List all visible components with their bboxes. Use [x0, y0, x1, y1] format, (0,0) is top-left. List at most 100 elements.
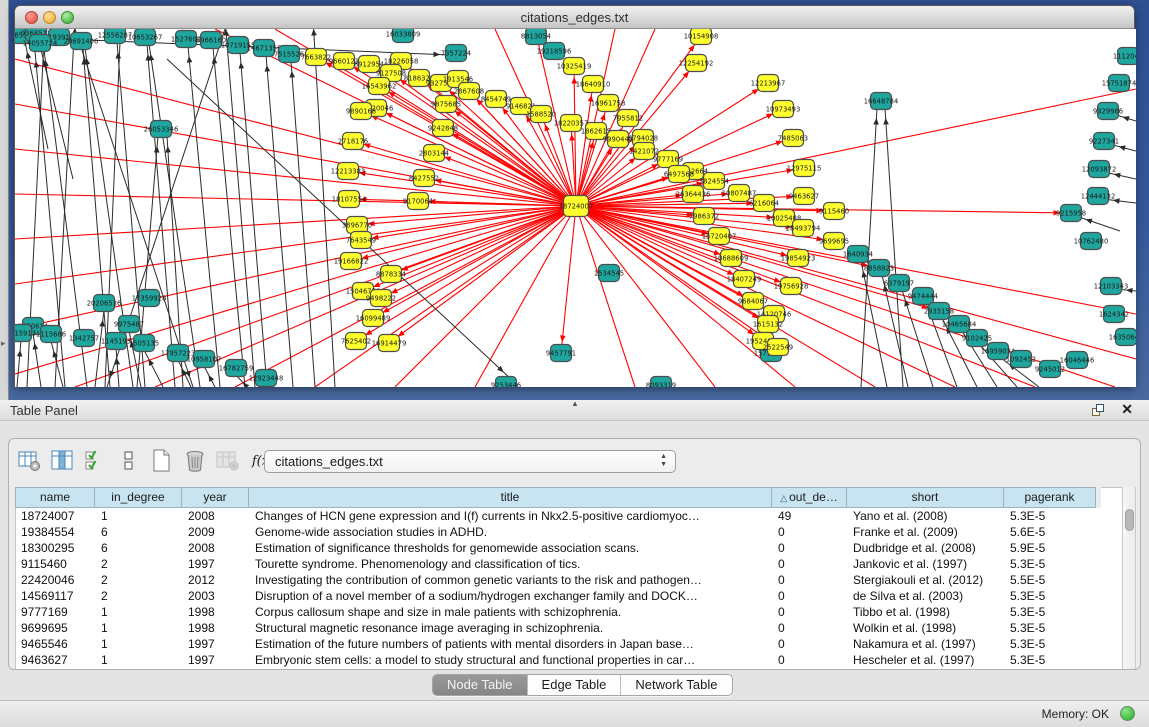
table-selector-dropdown[interactable]: citations_edges.txt ▲▼ [264, 450, 676, 473]
table-cell-pagerank[interactable]: 5.6E-5 [1005, 524, 1097, 540]
table-cell-short[interactable]: Franke et al. (2009) [848, 524, 1005, 540]
table-cell-short[interactable]: de Silva et al. (2003) [848, 588, 1005, 604]
close-panel-icon[interactable]: ✕ [1121, 401, 1133, 418]
table-row[interactable]: 2242004622012Investigating the contribut… [16, 572, 1122, 588]
table-cell-out_degree[interactable]: 0 [773, 540, 848, 556]
table-cell-short[interactable]: Jankovic et al. (1997) [848, 556, 1005, 572]
network-view[interactable]: 1872400718853164936852111939131405572420… [15, 29, 1136, 387]
table-row[interactable]: 1830029562008Estimation of significance … [16, 540, 1122, 556]
table-cell-in_degree[interactable]: 1 [96, 508, 183, 524]
table-cell-out_degree[interactable]: 0 [773, 572, 848, 588]
table-cell-out_degree[interactable]: 0 [773, 620, 848, 636]
table-cell-title[interactable]: Genome-wide association studies in ADHD. [250, 524, 773, 540]
left-splitter-strip[interactable]: ▸ [0, 0, 9, 400]
table-cell-year[interactable]: 2008 [183, 540, 250, 556]
table-cell-name[interactable]: 9465546 [16, 636, 96, 652]
table-row[interactable]: 1938455462009Genome-wide association stu… [16, 524, 1122, 540]
tab-node-table[interactable]: Node Table [433, 675, 528, 695]
table-cell-name[interactable]: 9115460 [16, 556, 96, 572]
table-cell-short[interactable]: Nakamura et al. (1997) [848, 636, 1005, 652]
column-header-year[interactable]: year [182, 487, 249, 508]
table-row[interactable]: 1456911722003Disruption of a novel membe… [16, 588, 1122, 604]
trash-icon[interactable] [182, 449, 208, 473]
float-panel-icon[interactable] [1092, 404, 1105, 417]
table-cell-in_degree[interactable]: 2 [96, 556, 183, 572]
network-window[interactable]: citations_edges.txt 18724007188531649368… [14, 5, 1135, 386]
table-row[interactable]: 1872400712008Changes of HCN gene express… [16, 508, 1122, 524]
table-options-icon[interactable] [17, 449, 43, 473]
network-window-titlebar[interactable]: citations_edges.txt [15, 6, 1134, 29]
table-cell-in_degree[interactable]: 1 [96, 636, 183, 652]
table-cell-year[interactable]: 1997 [183, 652, 250, 668]
tab-edge-table[interactable]: Edge Table [528, 675, 622, 695]
table-row[interactable]: 977716911998Corpus callosum shape and si… [16, 604, 1122, 620]
table-cell-title[interactable]: Disruption of a novel member of a sodium… [250, 588, 773, 604]
table-row[interactable]: 946554611997Estimation of the future num… [16, 636, 1122, 652]
table-cell-in_degree[interactable]: 1 [96, 652, 183, 668]
table-cell-name[interactable]: 14569117 [16, 588, 96, 604]
table-cell-year[interactable]: 2008 [183, 508, 250, 524]
table-cell-pagerank[interactable]: 5.3E-5 [1005, 508, 1097, 524]
table-cell-name[interactable]: 9777169 [16, 604, 96, 620]
table-cell-pagerank[interactable]: 5.3E-5 [1005, 620, 1097, 636]
table-cell-name[interactable]: 19384554 [16, 524, 96, 540]
column-header-pagerank[interactable]: pagerank [1004, 487, 1096, 508]
table-cell-in_degree[interactable]: 2 [96, 588, 183, 604]
table-cell-in_degree[interactable]: 1 [96, 620, 183, 636]
table-cell-name[interactable]: 9699695 [16, 620, 96, 636]
table-cell-short[interactable]: Yano et al. (2008) [848, 508, 1005, 524]
table-cell-pagerank[interactable]: 5.3E-5 [1005, 556, 1097, 572]
delete-table-icon[interactable] [215, 449, 241, 473]
table-cell-out_degree[interactable]: 0 [773, 604, 848, 620]
new-file-icon[interactable] [149, 449, 175, 473]
table-cell-short[interactable]: Tibbo et al. (1998) [848, 604, 1005, 620]
scrollbar-thumb[interactable] [1125, 509, 1134, 531]
table-cell-title[interactable]: Embryonic stem cells: a model to study s… [250, 652, 773, 668]
table-cell-out_degree[interactable]: 0 [773, 524, 848, 540]
column-header-short[interactable]: short [847, 487, 1004, 508]
table-cell-year[interactable]: 1998 [183, 604, 250, 620]
table-cell-title[interactable]: Estimation of significance thresholds fo… [250, 540, 773, 556]
table-cell-in_degree[interactable]: 1 [96, 604, 183, 620]
splitter-handle-icon[interactable]: ▸ [1, 338, 6, 349]
column-header-out-degree[interactable]: △out_de… [772, 487, 847, 508]
column-header-in-degree[interactable]: in_degree [95, 487, 182, 508]
panel-resize-icon[interactable]: ▲ [571, 399, 579, 408]
table-cell-pagerank[interactable]: 5.3E-5 [1005, 636, 1097, 652]
table-cell-name[interactable]: 18724007 [16, 508, 96, 524]
table-vertical-scrollbar[interactable] [1122, 487, 1136, 669]
table-cell-title[interactable]: Corpus callosum shape and size in male p… [250, 604, 773, 620]
table-cell-title[interactable]: Investigating the contribution of common… [250, 572, 773, 588]
network-canvas[interactable]: 1872400718853164936852111939131405572420… [15, 29, 1136, 387]
table-cell-in_degree[interactable]: 6 [96, 540, 183, 556]
table-cell-year[interactable]: 1998 [183, 620, 250, 636]
tab-network-table[interactable]: Network Table [621, 675, 731, 695]
table-cell-pagerank[interactable]: 5.3E-5 [1005, 588, 1097, 604]
table-cell-in_degree[interactable]: 2 [96, 572, 183, 588]
table-cell-name[interactable]: 9463627 [16, 652, 96, 668]
table-row[interactable]: 946362711997Embryonic stem cells: a mode… [16, 652, 1122, 668]
table-cell-title[interactable]: Changes of HCN gene expression and I(f) … [250, 508, 773, 524]
table-row[interactable]: 911546021997Tourette syndrome. Phenomeno… [16, 556, 1122, 572]
table-cell-out_degree[interactable]: 0 [773, 588, 848, 604]
table-panel-titlebar[interactable]: Table Panel ▲ ✕ [0, 400, 1149, 421]
table-cell-title[interactable]: Structural magnetic resonance image aver… [250, 620, 773, 636]
table-cell-pagerank[interactable]: 5.3E-5 [1005, 652, 1097, 668]
table-cell-name[interactable]: 22420046 [16, 572, 96, 588]
table-cell-name[interactable]: 18300295 [16, 540, 96, 556]
table-cell-out_degree[interactable]: 0 [773, 556, 848, 572]
table-cell-short[interactable]: Wolkin et al. (1998) [848, 620, 1005, 636]
table-cell-title[interactable]: Estimation of the future numbers of pati… [250, 636, 773, 652]
table-cell-short[interactable]: Hescheler et al. (1997) [848, 652, 1005, 668]
table-cell-out_degree[interactable]: 0 [773, 652, 848, 668]
table-cell-in_degree[interactable]: 6 [96, 524, 183, 540]
column-header-title[interactable]: title [249, 487, 772, 508]
show-column-icon[interactable] [50, 449, 76, 473]
select-columns-icon[interactable] [83, 449, 109, 473]
table-cell-title[interactable]: Tourette syndrome. Phenomenology and cla… [250, 556, 773, 572]
table-cell-pagerank[interactable]: 5.3E-5 [1005, 604, 1097, 620]
column-header-name[interactable]: name [15, 487, 95, 508]
table-cell-year[interactable]: 2012 [183, 572, 250, 588]
table-cell-out_degree[interactable]: 49 [773, 508, 848, 524]
table-cell-out_degree[interactable]: 0 [773, 636, 848, 652]
